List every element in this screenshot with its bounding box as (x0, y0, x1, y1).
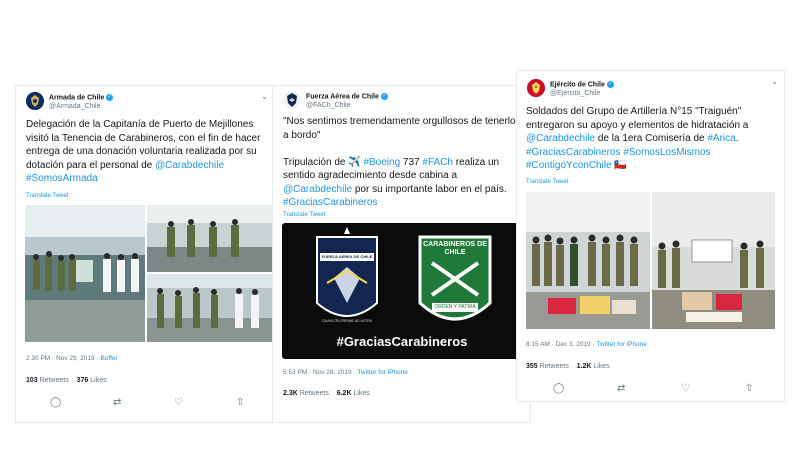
tweet-link[interactable]: #ContigoYconChile (526, 160, 612, 171)
tweet-stats[interactable]: 103 Retweets 376 Likes (26, 377, 107, 384)
tweet-link[interactable]: @Carabdechile (526, 133, 595, 144)
tweet-text: Delegación de la Capitanía de Puerto de … (26, 118, 271, 186)
tweet-text-segment: Tripulación de ✈️ (283, 156, 364, 168)
verified-icon: ✓ (106, 94, 114, 101)
tweet-photo-1[interactable] (25, 205, 145, 342)
avatar[interactable] (527, 79, 545, 97)
tweet-text-segment: 🇨🇱 (611, 160, 627, 171)
share-icon[interactable]: ⇧ (236, 397, 244, 408)
tweet-actions: ◯ ⇄ ♡ ⇧ (16, 397, 274, 411)
carabineros-badge-motto: ORDEN Y PATRIA (434, 304, 476, 310)
image-caption: #GraciasCarabineros (336, 334, 468, 349)
tweet-card-fach[interactable]: Fuerza Aérea de Chile✓ @FACh_Chile ⌄ "No… (272, 85, 531, 423)
tweet-photo-2[interactable] (147, 205, 272, 272)
retweet-icon[interactable]: ⇄ (113, 397, 121, 408)
like-icon[interactable]: ♡ (681, 383, 690, 394)
tweet-actions: ◯ ⇄ ♡ ⇧ (517, 383, 784, 397)
tweet-link[interactable]: #FACh (422, 157, 453, 168)
tweet-text-segment: por su importante labor en el país. (352, 183, 507, 195)
tweet-text: Soldados del Grupo de Artillería N°15 "T… (526, 105, 776, 173)
tweet-text-segment: de la 1era Comisería de (595, 133, 708, 144)
avatar[interactable] (283, 91, 301, 109)
tweet-card-ejercito[interactable]: Ejército de Chile ✓ @Ejercito_Chile ⌄ Sol… (516, 70, 785, 402)
tweet-photo-3[interactable] (147, 274, 272, 342)
tweet-photo-2[interactable] (652, 192, 775, 329)
tweet-link[interactable]: #Boeing (363, 157, 400, 168)
reply-icon[interactable]: ◯ (553, 383, 564, 394)
tweet-timestamp[interactable]: 2:30 PM · Nov 29, 2019 · Buffer (26, 355, 118, 362)
tweet-link[interactable]: #Arica (707, 133, 735, 144)
retweet-icon[interactable]: ⇄ (617, 383, 625, 394)
chevron-down-icon[interactable]: ⌄ (771, 77, 778, 86)
tweet-timestamp[interactable]: 5:53 PM · Nov 28, 2019 · Twitter for iPh… (283, 369, 408, 376)
handle[interactable]: @Armada_Chile (49, 103, 100, 110)
tweet-header: Ejército de Chile ✓ @Ejercito_Chile ⌄ (517, 71, 784, 105)
display-name[interactable]: Ejército de Chile ✓ (550, 81, 614, 88)
translate-link[interactable]: Translate Tweet (283, 212, 325, 218)
tweet-text-segment: Soldados del Grupo de Artillería N°15 "T… (526, 106, 749, 131)
handle[interactable]: @Ejercito_Chile (550, 90, 600, 97)
tweet-card-armada[interactable]: Armada de Chile ✓ @Armada_Chile ⌄ Delegac… (15, 85, 275, 423)
tweet-photo-1[interactable] (526, 192, 650, 329)
chevron-down-icon[interactable]: ⌄ (261, 92, 268, 101)
tweet-link[interactable]: #GraciasCarabineros (283, 197, 378, 208)
tweet-link[interactable]: #SomosArmada (26, 173, 98, 184)
tweet-text-segment: 737 (400, 156, 423, 168)
avatar[interactable] (26, 92, 44, 110)
carabineros-badge-title: CARABINEROS DE CHILE (423, 241, 487, 256)
like-icon[interactable]: ♡ (174, 397, 183, 408)
tweet-stats[interactable]: 355 Retweets 1.2K Likes (526, 363, 610, 370)
verified-icon: ✓ (606, 81, 614, 88)
tweet-timestamp[interactable]: 8:15 AM · Dec 3, 2019 · Twitter for iPho… (526, 341, 647, 348)
tweet-text-segment: Delegación de la Capitanía de Puerto de … (26, 119, 261, 171)
tweet-header: Armada de Chile ✓ @Armada_Chile ⌄ (16, 86, 274, 120)
verified-icon: ✓ (380, 93, 388, 100)
share-icon[interactable]: ⇧ (745, 383, 753, 394)
tweet-link[interactable]: #SomosLosMismos (623, 147, 710, 158)
translate-link[interactable]: Translate Tweet (526, 179, 568, 185)
display-name[interactable]: Fuerza Aérea de Chile ✓ (306, 93, 388, 100)
tweet-stats[interactable]: 2.3K Retweets 6.2K Likes (283, 390, 370, 397)
handle[interactable]: @FACh_Chile (306, 102, 350, 109)
reply-icon[interactable]: ◯ (50, 397, 61, 408)
display-name[interactable]: Armada de Chile ✓ (49, 94, 114, 101)
tweet-link[interactable]: @Carabdechile (155, 160, 224, 171)
translate-link[interactable]: Translate Tweet (26, 193, 68, 199)
tweet-text: "Nos sentimos tremendamente orgullosos d… (283, 115, 523, 210)
tweet-text-segment: "Nos sentimos tremendamente orgullosos d… (283, 116, 521, 141)
tweet-text-segment: . (735, 133, 739, 144)
tweet-link[interactable]: @Carabdechile (283, 184, 352, 195)
tweet-image[interactable]: FUERZA AEREA DE CHILE QUAM CELERRIME AD … (282, 223, 522, 359)
tweet-link[interactable]: #GraciasCarabineros (526, 147, 621, 158)
